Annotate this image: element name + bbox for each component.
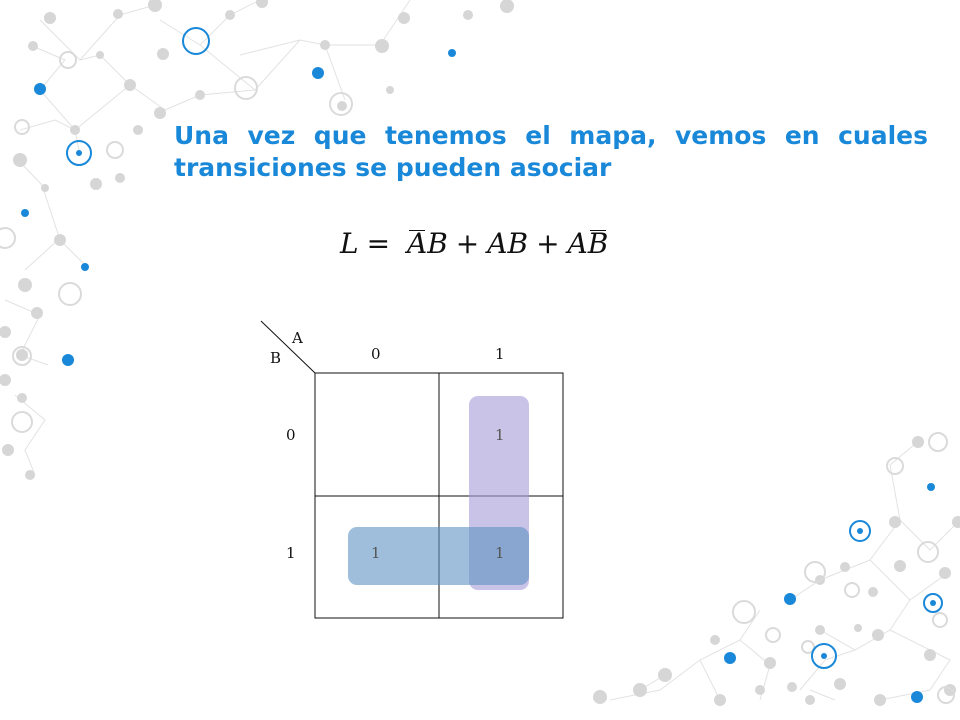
- kmap-col-header-1: 1: [495, 345, 505, 363]
- kmap-row-header-1: 1: [286, 544, 296, 562]
- karnaugh-map: [260, 320, 564, 619]
- kmap-cell-b1-a0: 1: [371, 544, 381, 562]
- kmap-cell-b0-a1: 1: [495, 426, 505, 444]
- kmap-cell-b1-a1: 1: [495, 544, 505, 562]
- kmap-var-b-label: B: [270, 349, 282, 367]
- kmap-var-a-label: A: [292, 329, 303, 347]
- kmap-col-header-0: 0: [371, 345, 381, 363]
- kmap-row-header-0: 0: [286, 426, 296, 444]
